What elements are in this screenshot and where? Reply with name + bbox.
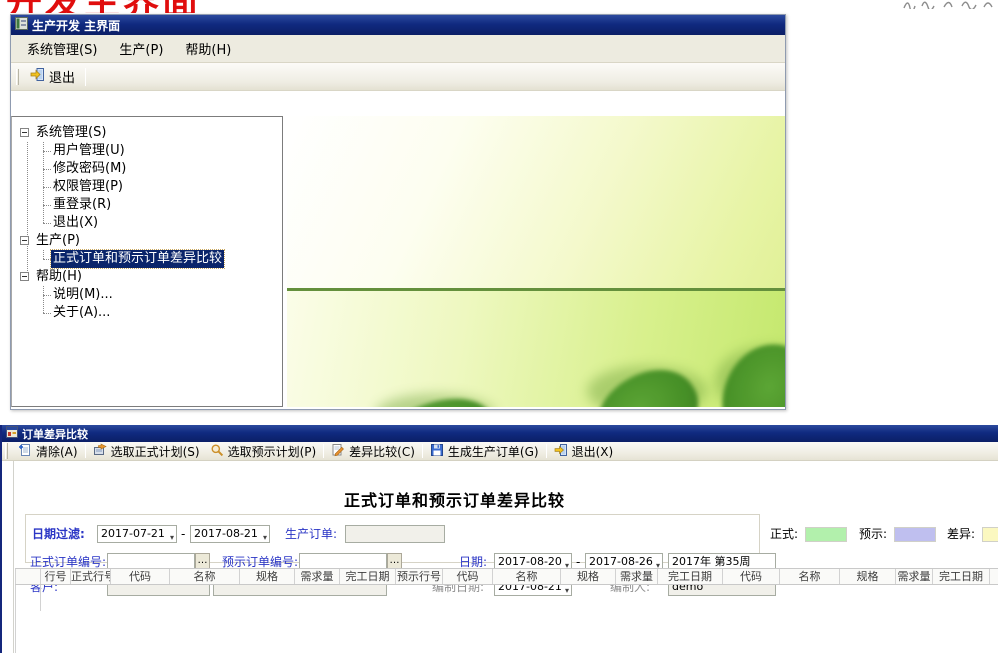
tree-node-user-management[interactable]: 用户管理(U) <box>12 142 282 160</box>
grid-col-formal-row-no[interactable]: 正式行号 <box>70 569 110 584</box>
main-window-title: 生产开发 主界面 <box>32 17 120 34</box>
grid-col-demand[interactable]: 需求量 <box>294 569 339 584</box>
grid-col-cut <box>989 569 998 584</box>
grid-col-code3[interactable]: 代码 <box>722 569 779 584</box>
tree-node-permission-management[interactable]: 权限管理(P) <box>12 178 282 196</box>
clear-page-icon <box>18 443 32 460</box>
main-window-icon <box>15 17 28 33</box>
toolbar-separator <box>546 444 547 458</box>
comparison-window-icon <box>6 426 18 441</box>
tree-node-about[interactable]: 关于(A)... <box>12 304 282 322</box>
exit-door-icon <box>554 443 568 460</box>
select-forecast-plan-button[interactable]: 选取预示计划(P) <box>205 443 322 460</box>
clear-button[interactable]: 清除(A) <box>13 443 83 460</box>
menu-system-management[interactable]: 系统管理(S) <box>23 37 101 60</box>
picture-lower-area <box>287 291 785 407</box>
tree-node-change-password[interactable]: 修改密码(M) <box>12 160 282 178</box>
legend-formal-label: 正式: <box>770 525 798 543</box>
generate-order-button[interactable]: 生成生产订单(G) <box>425 443 544 460</box>
grid-col-name[interactable]: 名称 <box>169 569 239 584</box>
grid-col-spec2[interactable]: 规格 <box>560 569 615 584</box>
select-formal-plan-button[interactable]: 选取正式计划(S) <box>88 443 205 460</box>
tree-node-relogin[interactable]: 重登录(R) <box>12 196 282 214</box>
legend-forecast-swatch <box>894 527 936 542</box>
comparison-toolbar: 清除(A) 选取正式计划(S) 选取预示计划(P) 差异比较(C) <box>2 442 998 461</box>
grid-col-finish-date3[interactable]: 完工日期 <box>932 569 989 584</box>
comparison-window-title: 订单差异比较 <box>22 426 88 442</box>
grid-col-name2[interactable]: 名称 <box>492 569 560 584</box>
collapse-icon[interactable] <box>20 272 29 281</box>
toolbar-separator <box>422 444 423 458</box>
cropped-red-heading: 开发主界面 <box>6 0 271 13</box>
exit-button[interactable]: 退出 <box>24 65 81 88</box>
menu-production[interactable]: 生产(P) <box>115 37 167 60</box>
grid-col-spec3[interactable]: 规格 <box>839 569 895 584</box>
grid-col-finish-date2[interactable]: 完工日期 <box>657 569 722 584</box>
main-window-titlebar[interactable]: 生产开发 主界面 <box>11 15 785 35</box>
tree-node-instructions[interactable]: 说明(M)... <box>12 286 282 304</box>
legend-formal-swatch <box>805 527 847 542</box>
grid-col-demand3[interactable]: 需求量 <box>895 569 932 584</box>
grid-col-row-no[interactable]: 行号 <box>40 569 70 584</box>
menu-help[interactable]: 帮助(H) <box>181 37 235 60</box>
save-disk-icon <box>430 443 444 460</box>
grid-header-row: 行号 正式行号 代码 名称 规格 需求量 完工日期 预示行号 代码 名称 规格 … <box>15 568 998 585</box>
grid-col-forecast-row-no[interactable]: 预示行号 <box>395 569 442 584</box>
tree-node-exit[interactable]: 退出(X) <box>12 214 282 232</box>
grid-left-border <box>15 585 16 653</box>
comparison-content: 正式订单和预示订单差异比较 日期过滤: 2017-07-21▾ - 2017-0… <box>2 461 998 653</box>
exit-door-icon <box>30 67 45 86</box>
background-picture <box>287 116 785 407</box>
grid-col-spec[interactable]: 规格 <box>239 569 294 584</box>
toolbar-grip <box>16 69 19 85</box>
edit-compare-icon <box>331 443 345 460</box>
order-comparison-window: 订单差异比较 清除(A) 选取正式计划(S) 选取预示计划(P) <box>0 425 998 653</box>
main-menubar: 系统管理(S) 生产(P) 帮助(H) <box>11 35 785 63</box>
collapse-icon[interactable] <box>20 236 29 245</box>
tree-node-help[interactable]: 帮助(H) <box>12 268 282 286</box>
tree-node-order-comparison[interactable]: 正式订单和预示订单差异比较 <box>12 250 282 268</box>
grid-col-code2[interactable]: 代码 <box>442 569 492 584</box>
compare-button[interactable]: 差异比较(C) <box>326 443 420 460</box>
select-formal-plan-icon <box>93 443 107 460</box>
grid-col-demand2[interactable]: 需求量 <box>615 569 657 584</box>
legend-diff-label: 差异: <box>947 525 975 543</box>
main-window: 生产开发 主界面 系统管理(S) 生产(P) 帮助(H) 退出 系统管理(S) <box>10 14 786 410</box>
search-magnifier-icon <box>210 443 224 460</box>
tree-node-system-management[interactable]: 系统管理(S) <box>12 124 282 142</box>
grid-col-name3[interactable]: 名称 <box>779 569 839 584</box>
comparison-window-titlebar[interactable]: 订单差异比较 <box>2 425 998 442</box>
grid-col-code[interactable]: 代码 <box>110 569 169 584</box>
toolbar-separator <box>85 68 86 86</box>
grid-selector-divider <box>40 585 41 611</box>
main-content: 系统管理(S) 用户管理(U) 修改密码(M) 权限管理(P) 重登录(R) 退… <box>11 92 785 409</box>
grid-col-finish-date[interactable]: 完工日期 <box>339 569 395 584</box>
navigation-tree: 系统管理(S) 用户管理(U) 修改密码(M) 权限管理(P) 重登录(R) 退… <box>11 116 283 407</box>
toolbar-grip <box>5 443 8 459</box>
collapse-icon[interactable] <box>20 128 29 137</box>
toolbar-separator <box>323 444 324 458</box>
exit-button[interactable]: 退出(X) <box>549 443 619 460</box>
toolbar-separator <box>85 444 86 458</box>
cut-off-annotation-icon <box>900 0 996 9</box>
page-title: 正式订单和预示订单差异比较 <box>2 487 907 511</box>
main-toolbar: 退出 <box>11 63 785 91</box>
legend-forecast-label: 预示: <box>859 525 887 543</box>
tree-node-production[interactable]: 生产(P) <box>12 232 282 250</box>
grid-col-selector[interactable] <box>15 569 40 584</box>
legend-diff-swatch <box>982 527 998 542</box>
